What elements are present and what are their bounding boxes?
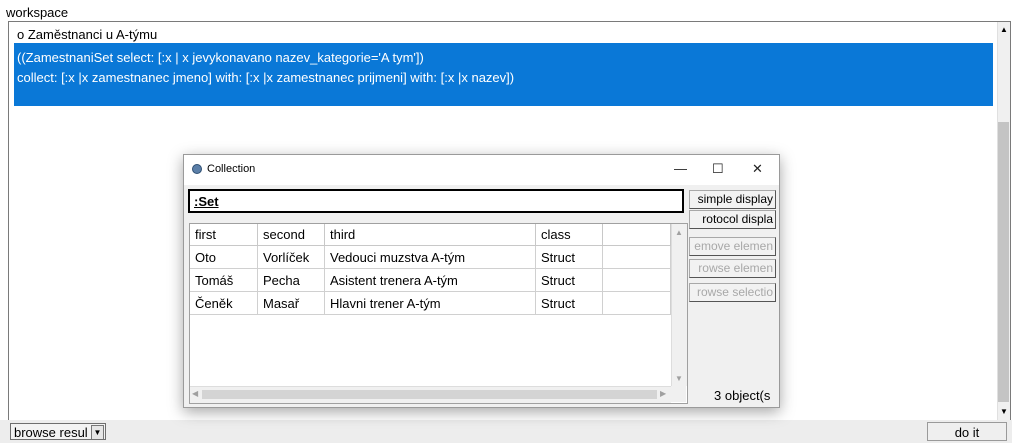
column-header-first[interactable]: first [190,224,258,246]
table-cell[interactable]: Pecha [258,269,325,292]
workspace-comment-line: o Zaměstnanci u A-týmu [17,27,158,42]
maximize-icon[interactable]: ☐ [712,161,724,177]
collection-window: Collection — ☐ ✕ :Set first second third… [183,154,780,408]
close-icon[interactable]: ✕ [752,161,763,177]
protocol-display-button[interactable]: rotocol displa [689,210,776,229]
simple-display-button[interactable]: simple display [689,190,776,209]
table-scroll-left-icon[interactable]: ◀ [192,389,198,398]
collection-title: Collection [207,163,256,175]
table-cell[interactable]: Vedouci muzstva A-tým [325,246,536,269]
browse-selection-button[interactable]: rowse selectio [689,283,776,302]
table-cell[interactable]: Struct [536,292,603,315]
table-cell[interactable]: Struct [536,269,603,292]
table-scroll-up-icon[interactable]: ▲ [675,228,683,237]
table-cell[interactable] [603,246,671,269]
column-header-class[interactable]: class [536,224,603,246]
collection-table[interactable]: first second third class Oto Vorlíček Ve… [189,223,688,404]
remove-element-label: emove elemen [694,239,773,253]
column-header-second[interactable]: second [258,224,325,246]
browse-result-dropdown[interactable]: browse resul ▼ [10,423,106,440]
browse-selection-label: rowse selectio [696,285,773,299]
set-type-field[interactable]: :Set [188,189,684,213]
scroll-corner [671,386,686,402]
collection-titlebar[interactable]: Collection — ☐ ✕ [184,155,779,185]
object-count: 3 object(s [714,388,770,403]
set-label: :Set [194,194,219,209]
code-line-1: ((ZamestnaniSet select: [:x | x jevykona… [17,50,424,65]
table-scroll-right-icon[interactable]: ▶ [660,389,666,398]
column-header-empty[interactable] [603,224,671,246]
table-cell[interactable] [603,292,671,315]
browse-result-label: browse resul [14,425,88,440]
protocol-display-label: rotocol displa [702,212,773,226]
object-count-number: 3 [714,388,722,403]
table-cell[interactable] [603,269,671,292]
table-vertical-scrollbar[interactable] [671,224,687,386]
simple-display-label: simple display [697,192,773,206]
scroll-down-arrow-icon[interactable]: ▼ [1000,408,1008,416]
scroll-up-arrow-icon[interactable]: ▲ [1000,26,1008,34]
table-cell[interactable]: Vorlíček [258,246,325,269]
remove-element-button[interactable]: emove elemen [689,237,776,256]
do-it-button[interactable]: do it [927,422,1007,441]
table-scroll-down-icon[interactable]: ▼ [675,374,683,383]
table-hscroll-thumb[interactable] [202,390,657,399]
app-icon [192,164,202,174]
browse-element-button[interactable]: rowse elemen [689,259,776,278]
table-cell[interactable]: Asistent trenera A-tým [325,269,536,292]
object-count-label: object(s [724,388,771,403]
browse-element-label: rowse elemen [698,261,773,275]
workspace-scroll-thumb[interactable] [998,122,1009,402]
table-cell[interactable]: Čeněk [190,292,258,315]
minimize-icon[interactable]: — [674,161,687,176]
table-cell[interactable]: Tomáš [190,269,258,292]
code-line-2: collect: [:x |x zamestnanec jmeno] with:… [17,70,515,85]
table-cell[interactable]: Oto [190,246,258,269]
table-cell[interactable]: Masař [258,292,325,315]
column-header-third[interactable]: third [325,224,536,246]
table-cell[interactable]: Hlavni trener A-tým [325,292,536,315]
bottom-bar [0,420,1012,443]
chevron-down-icon[interactable]: ▼ [91,425,104,439]
workspace-label: workspace [6,5,69,20]
table-cell[interactable]: Struct [536,246,603,269]
